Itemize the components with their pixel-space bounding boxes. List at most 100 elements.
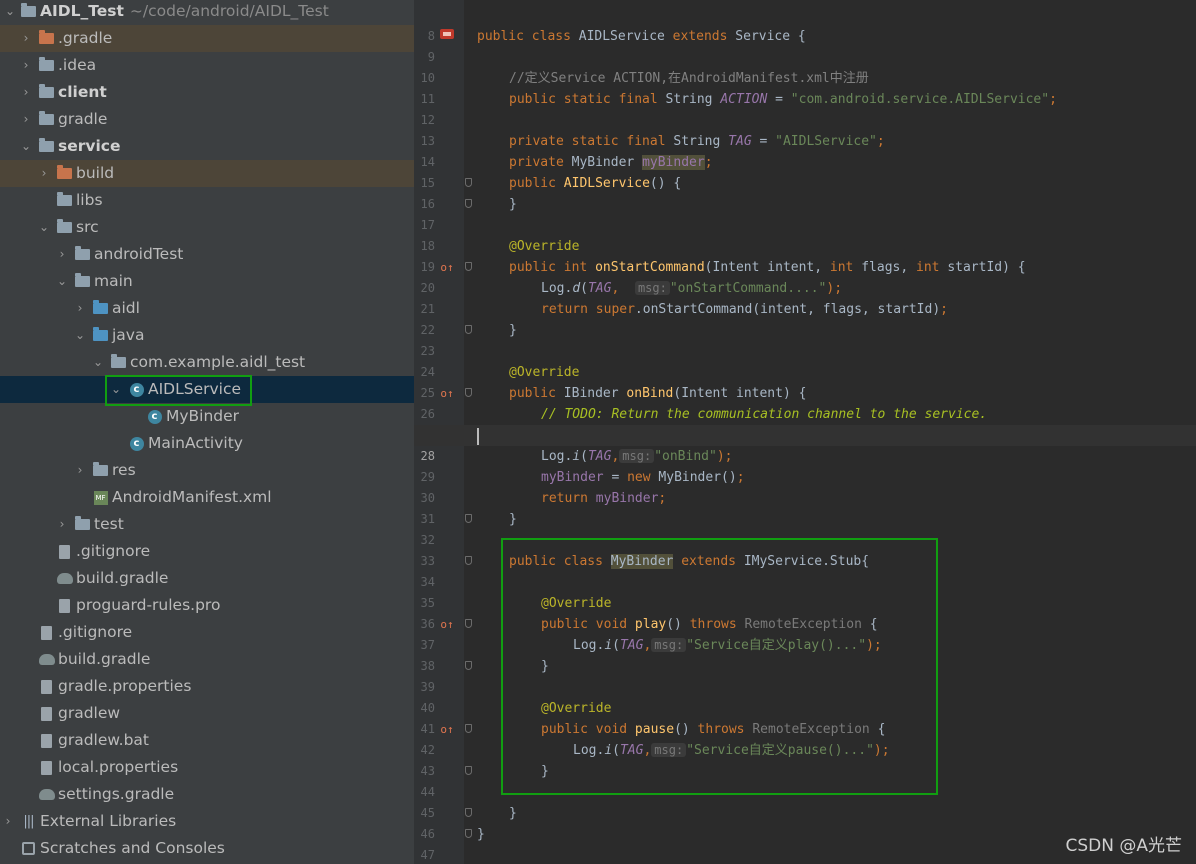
code-line-11[interactable]: 11 //定义Service ACTION,在AndroidManifest.x… — [414, 68, 1196, 106]
fold-icon[interactable] — [465, 178, 472, 187]
code-line-9[interactable]: 9 public class AIDLService extends Servi… — [414, 26, 1196, 64]
fold-icon[interactable] — [465, 661, 472, 670]
chevron-right-icon[interactable]: › — [20, 52, 32, 79]
code-line-14[interactable]: 14 private static final String TAG = "AI… — [414, 131, 1196, 169]
tree-item-settings-gradle[interactable]: settings.gradle — [0, 781, 414, 808]
tree-label: main — [94, 272, 133, 290]
tree-label: .gradle — [58, 29, 113, 47]
code-line-24[interactable]: 24 — [414, 341, 1196, 379]
tree-item-service-build-gradle[interactable]: build.gradle — [0, 565, 414, 592]
tree-item-mybinder[interactable]: c MyBinder — [0, 403, 414, 430]
code-line-13[interactable]: 13 — [414, 110, 1196, 148]
code-line-46[interactable]: 46 } — [414, 803, 1196, 841]
code-line-32[interactable]: 32 } — [414, 509, 1196, 547]
code-editor[interactable]: 8 9 public class AIDLService extends Ser… — [414, 0, 1196, 864]
override-method-icon[interactable]: o↑ — [440, 257, 454, 278]
tree-label: res — [112, 461, 136, 479]
tree-item-main[interactable]: ⌄ main — [0, 268, 414, 295]
code-line-18[interactable]: 18 — [414, 215, 1196, 253]
tree-item-external-libraries[interactable]: › ||| External Libraries — [0, 808, 414, 835]
tree-root-aidl-test[interactable]: ⌄ AIDL_Test ~/code/android/AIDL_Test — [0, 0, 414, 25]
code-line-12[interactable]: 12 public static final String ACTION = "… — [414, 89, 1196, 127]
tree-item-gradle-properties[interactable]: gradle.properties — [0, 673, 414, 700]
chevron-right-icon[interactable]: › — [2, 808, 14, 835]
text-file-icon — [38, 619, 55, 646]
tree-item-service[interactable]: ⌄ service — [0, 133, 414, 160]
tree-label: AIDL_Test ~/code/android/AIDL_Test — [40, 2, 329, 20]
fold-icon[interactable] — [465, 325, 472, 334]
tree-item-gradle-dir[interactable]: › .gradle — [0, 25, 414, 52]
chevron-right-icon[interactable]: › — [74, 295, 86, 322]
android-service-gutter-icon[interactable] — [440, 26, 454, 47]
tree-item-src[interactable]: ⌄ src — [0, 214, 414, 241]
code-line-26[interactable]: 26 o↑ public IBinder onBind(Intent inten… — [414, 383, 1196, 421]
tree-item-client[interactable]: › client — [0, 79, 414, 106]
override-method-icon[interactable]: o↑ — [440, 383, 454, 404]
fold-icon[interactable] — [465, 262, 472, 271]
tree-item-manifest[interactable]: MF AndroidManifest.xml — [0, 484, 414, 511]
tree-item-local-properties[interactable]: local.properties — [0, 754, 414, 781]
fold-icon[interactable] — [465, 556, 472, 565]
tree-item-java[interactable]: ⌄ java — [0, 322, 414, 349]
chevron-right-icon[interactable]: › — [74, 457, 86, 484]
code-line-25[interactable]: 25 @Override — [414, 362, 1196, 400]
tree-item-idea[interactable]: › .idea — [0, 52, 414, 79]
fold-icon[interactable] — [465, 766, 472, 775]
fold-icon[interactable] — [465, 514, 472, 523]
chevron-right-icon[interactable]: › — [20, 25, 32, 52]
tree-item-scratches[interactable]: Scratches and Consoles — [0, 835, 414, 862]
tree-item-libs[interactable]: libs — [0, 187, 414, 214]
fold-icon[interactable] — [465, 808, 472, 817]
chevron-down-icon[interactable]: ⌄ — [20, 133, 32, 160]
code-line-22[interactable]: 22 return super.onStartCommand(intent, f… — [414, 299, 1196, 337]
tree-item-gradlew[interactable]: gradlew — [0, 700, 414, 727]
fold-icon[interactable] — [465, 619, 472, 628]
code-line-31[interactable]: 31 return myBinder; — [414, 488, 1196, 526]
chevron-right-icon[interactable]: › — [20, 79, 32, 106]
code-text: @Override — [509, 239, 580, 254]
tree-item-gradlew-bat[interactable]: gradlew.bat — [0, 727, 414, 754]
tree-item-service-gitignore[interactable]: .gitignore — [0, 538, 414, 565]
code-line-30[interactable]: 30 myBinder = new MyBinder(); — [414, 467, 1196, 505]
chevron-down-icon[interactable]: ⌄ — [38, 214, 50, 241]
code-line-17[interactable]: 17 } — [414, 194, 1196, 232]
code-line-10[interactable]: 10 — [414, 47, 1196, 85]
chevron-right-icon[interactable]: › — [38, 160, 50, 187]
code-text: } — [509, 197, 517, 212]
tree-item-aidl[interactable]: › aidl — [0, 295, 414, 322]
fold-icon[interactable] — [465, 724, 472, 733]
tree-item-package[interactable]: ⌄ com.example.aidl_test — [0, 349, 414, 376]
tree-item-gitignore[interactable]: .gitignore — [0, 619, 414, 646]
code-line-23[interactable]: 23 } — [414, 320, 1196, 358]
fold-icon[interactable] — [465, 829, 472, 838]
code-line-20[interactable]: 20 o↑ public int onStartCommand(Intent i… — [414, 257, 1196, 295]
chevron-down-icon[interactable]: ⌄ — [56, 268, 68, 295]
code-line-8[interactable]: 8 — [414, 5, 1196, 43]
code-line-21[interactable]: 21 Log.d(TAG, msg: "onStartCommand...."); — [414, 278, 1196, 316]
tree-item-test[interactable]: › test — [0, 511, 414, 538]
tree-item-res[interactable]: › res — [0, 457, 414, 484]
chevron-right-icon[interactable]: › — [20, 106, 32, 133]
chevron-down-icon[interactable]: ⌄ — [4, 0, 16, 25]
code-line-28-current[interactable]: 28 — [414, 425, 1196, 463]
chevron-down-icon[interactable]: ⌄ — [92, 349, 104, 376]
tree-item-build[interactable]: › build — [0, 160, 414, 187]
tree-item-gradle[interactable]: › gradle — [0, 106, 414, 133]
code-line-27[interactable]: 27 // TODO: Return the communication cha… — [414, 404, 1196, 442]
tree-item-mainactivity[interactable]: c MainActivity — [0, 430, 414, 457]
code-line-19[interactable]: 19 @Override — [414, 236, 1196, 274]
code-line-16[interactable]: 16 public AIDLService() { — [414, 173, 1196, 211]
chevron-right-icon[interactable]: › — [56, 241, 68, 268]
tree-item-androidtest[interactable]: › androidTest — [0, 241, 414, 268]
tree-item-build-gradle[interactable]: build.gradle — [0, 646, 414, 673]
chevron-down-icon[interactable]: ⌄ — [74, 322, 86, 349]
code-line-15[interactable]: 15 private MyBinder myBinder; — [414, 152, 1196, 190]
tree-item-proguard[interactable]: proguard-rules.pro — [0, 592, 414, 619]
override-method-icon[interactable]: o↑ — [440, 614, 454, 635]
chevron-right-icon[interactable]: › — [56, 511, 68, 538]
override-method-icon[interactable]: o↑ — [440, 719, 454, 740]
fold-icon[interactable] — [465, 199, 472, 208]
folder-icon — [56, 187, 73, 214]
code-line-29[interactable]: 29 Log.i(TAG, msg: "onBind"); — [414, 446, 1196, 484]
fold-icon[interactable] — [465, 388, 472, 397]
